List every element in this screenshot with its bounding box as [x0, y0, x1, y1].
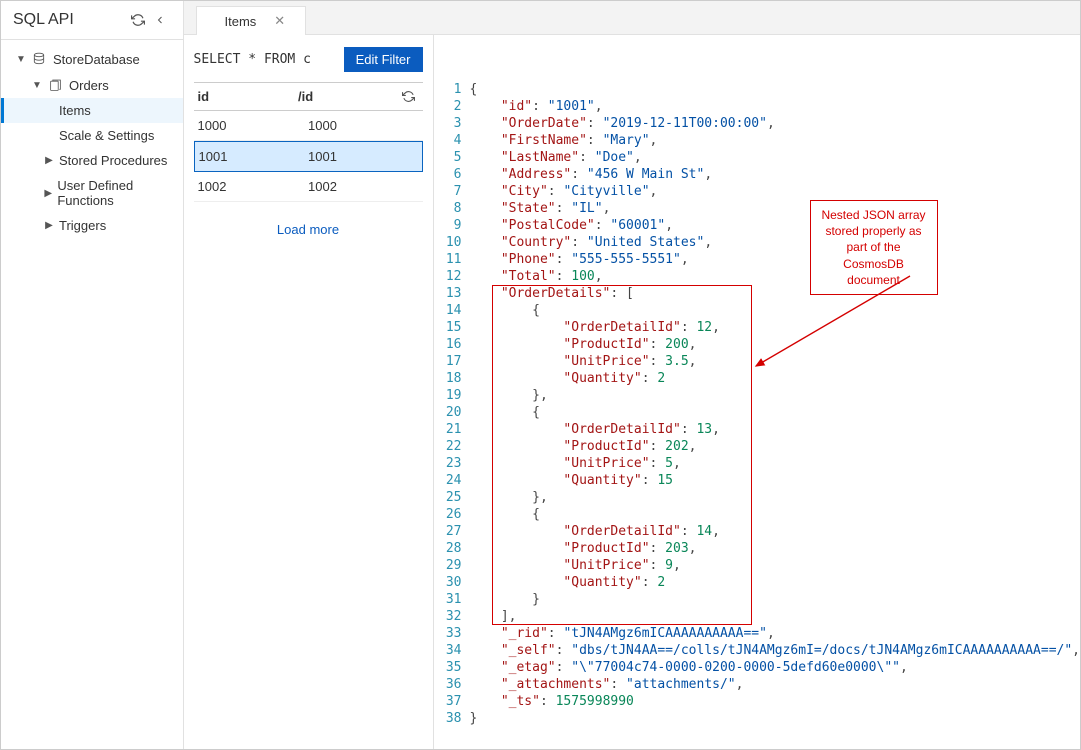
tree-item-label: Scale & Settings	[59, 128, 154, 143]
tree-item-label: Items	[59, 103, 91, 118]
caret-right-icon: ▶	[43, 188, 53, 199]
tree-db-label: StoreDatabase	[53, 52, 140, 67]
cell-pkey: 1001	[308, 149, 418, 164]
tree-database[interactable]: ▼ StoreDatabase	[1, 46, 183, 72]
collapse-icon[interactable]	[149, 9, 171, 31]
annotation-callout: Nested JSON array stored properly as par…	[810, 200, 938, 295]
cell-id: 1002	[198, 179, 309, 194]
cell-pkey: 1000	[308, 118, 419, 133]
items-panel: SELECT * FROM c Edit Filter id /id 1000 …	[184, 35, 434, 749]
sidebar: SQL API ▼ StoreDatabase ▼ Orders	[1, 1, 184, 749]
refresh-icon[interactable]	[127, 9, 149, 31]
cell-id: 1001	[199, 149, 309, 164]
api-title: SQL API	[13, 11, 127, 29]
tree-item-triggers[interactable]: ▶ Triggers	[1, 213, 183, 238]
refresh-icon[interactable]	[399, 89, 419, 104]
tree-item-label: Triggers	[59, 218, 106, 233]
list-item[interactable]: 1001 1001	[194, 141, 423, 172]
list-item[interactable]: 1002 1002	[194, 172, 423, 202]
list-header: id /id	[194, 82, 423, 111]
caret-down-icon: ▼	[15, 54, 27, 65]
database-icon	[31, 51, 47, 67]
caret-right-icon: ▶	[43, 220, 55, 231]
line-gutter: 1234567891011121314151617181920212223242…	[434, 81, 470, 749]
cell-id: 1000	[198, 118, 309, 133]
query-text: SELECT * FROM c	[194, 52, 344, 67]
tree-item-scale[interactable]: Scale & Settings	[1, 123, 183, 148]
tree: ▼ StoreDatabase ▼ Orders Items Scale & S…	[1, 40, 183, 244]
code-area: { "id": "1001", "OrderDate": "2019-12-11…	[470, 81, 1081, 749]
tree-item-items[interactable]: Items	[1, 98, 183, 123]
tree-item-sprocs[interactable]: ▶ Stored Procedures	[1, 148, 183, 173]
main: Items ✕ SELECT * FROM c Edit Filter id /…	[184, 1, 1081, 749]
json-editor[interactable]: 1234567891011121314151617181920212223242…	[434, 35, 1081, 749]
list-item[interactable]: 1000 1000	[194, 111, 423, 141]
tree-item-label: Stored Procedures	[59, 153, 167, 168]
container-icon	[47, 77, 63, 93]
cell-pkey: 1002	[308, 179, 419, 194]
col-id: id	[198, 89, 299, 104]
tree-item-label: User Defined Functions	[57, 178, 174, 208]
tabs-bar: Items ✕	[184, 1, 1081, 35]
sidebar-header: SQL API	[1, 1, 183, 40]
col-pkey: /id	[298, 89, 399, 104]
caret-down-icon: ▼	[31, 80, 43, 91]
edit-filter-button[interactable]: Edit Filter	[344, 47, 423, 72]
caret-right-icon: ▶	[43, 155, 55, 166]
query-row: SELECT * FROM c Edit Filter	[194, 47, 423, 72]
tree-container[interactable]: ▼ Orders	[1, 72, 183, 98]
close-icon[interactable]: ✕	[274, 13, 285, 29]
tree-container-label: Orders	[69, 78, 109, 93]
tab-items[interactable]: Items ✕	[196, 6, 307, 35]
tree-item-udfs[interactable]: ▶ User Defined Functions	[1, 173, 183, 213]
load-more-link[interactable]: Load more	[194, 202, 423, 257]
tab-label: Items	[225, 14, 257, 29]
